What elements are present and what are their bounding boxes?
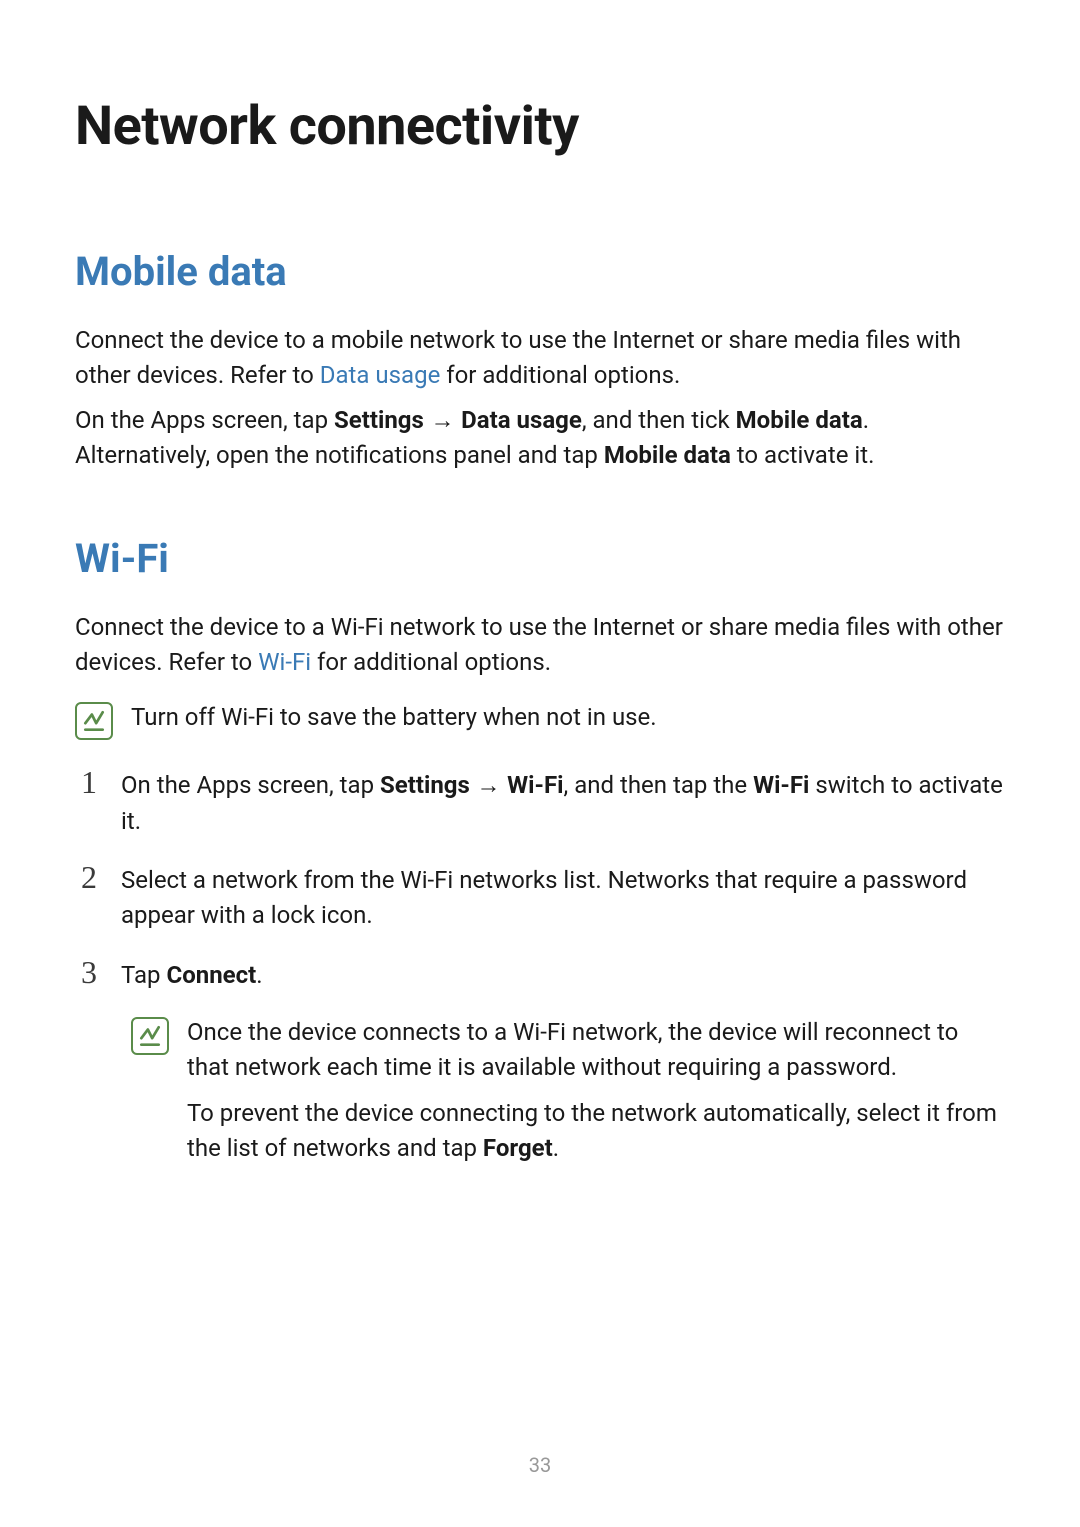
label-settings: Settings bbox=[334, 406, 424, 434]
note-block-1: Turn off Wi-Fi to save the battery when … bbox=[75, 700, 1005, 740]
link-wifi[interactable]: Wi-Fi bbox=[258, 648, 311, 676]
label-forget: Forget bbox=[483, 1134, 553, 1162]
wifi-para-1: Connect the device to a Wi-Fi network to… bbox=[75, 610, 1005, 680]
step-2: 2 Select a network from the Wi-Fi networ… bbox=[75, 860, 1005, 933]
note-2-para-1: Once the device connects to a Wi-Fi netw… bbox=[187, 1015, 1005, 1085]
step-1-text: On the Apps screen, tap Settings → Wi-Fi… bbox=[121, 765, 1005, 839]
step-1: 1 On the Apps screen, tap Settings → Wi-… bbox=[75, 765, 1005, 839]
note-2-para-2: To prevent the device connecting to the … bbox=[187, 1096, 1005, 1166]
label-mobile-data-2: Mobile data bbox=[604, 441, 731, 469]
section-wifi: Wi-Fi Connect the device to a Wi-Fi netw… bbox=[75, 535, 1005, 1166]
link-data-usage[interactable]: Data usage bbox=[320, 361, 441, 389]
note-icon bbox=[75, 702, 113, 740]
step-2-text: Select a network from the Wi-Fi networks… bbox=[121, 860, 1005, 933]
page-title: Network connectivity bbox=[75, 95, 1005, 158]
heading-mobile-data: Mobile data bbox=[75, 248, 1005, 295]
mobile-data-para-2: On the Apps screen, tap Settings → Data … bbox=[75, 403, 1005, 474]
heading-wifi: Wi-Fi bbox=[75, 535, 1005, 582]
label-data-usage: Data usage bbox=[461, 406, 582, 434]
step-3: 3 Tap Connect. bbox=[75, 955, 1005, 993]
page-number: 33 bbox=[0, 1453, 1080, 1477]
label-connect: Connect bbox=[166, 961, 256, 989]
section-mobile-data: Mobile data Connect the device to a mobi… bbox=[75, 248, 1005, 473]
note-text-2: Once the device connects to a Wi-Fi netw… bbox=[187, 1015, 1005, 1166]
step-number-1: 1 bbox=[75, 765, 103, 800]
label-settings-2: Settings bbox=[380, 771, 470, 799]
note-text-1: Turn off Wi-Fi to save the battery when … bbox=[131, 700, 1005, 735]
mobile-data-para-1: Connect the device to a mobile network t… bbox=[75, 323, 1005, 393]
step-number-3: 3 bbox=[75, 955, 103, 990]
label-wifi-1: Wi-Fi bbox=[507, 771, 563, 799]
note-icon-2 bbox=[131, 1017, 169, 1055]
step-number-2: 2 bbox=[75, 860, 103, 895]
note-block-2: Once the device connects to a Wi-Fi netw… bbox=[131, 1015, 1005, 1166]
label-mobile-data: Mobile data bbox=[736, 406, 863, 434]
label-wifi-2: Wi-Fi bbox=[753, 771, 809, 799]
step-3-text: Tap Connect. bbox=[121, 955, 1005, 993]
